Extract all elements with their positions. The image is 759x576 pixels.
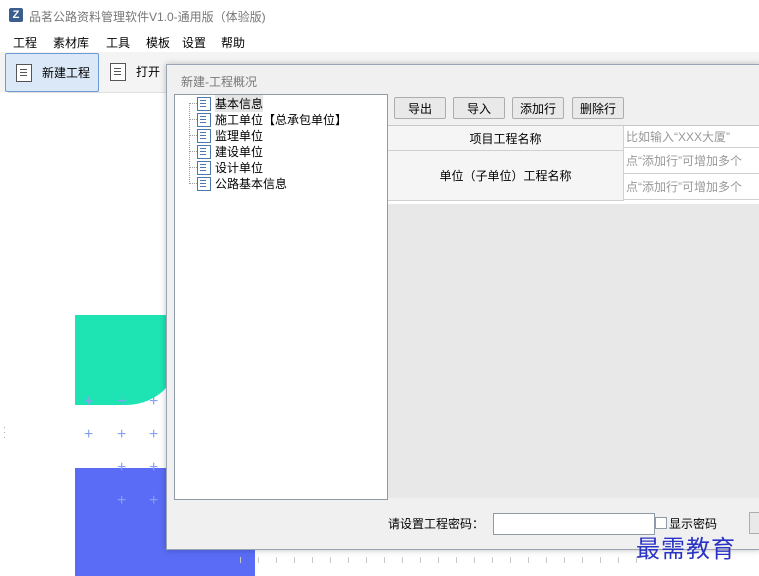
import-button[interactable]: 导入 — [453, 97, 505, 119]
ruler-ticks — [240, 557, 640, 563]
app-logo: Z — [9, 8, 23, 22]
export-button[interactable]: 导出 — [394, 97, 446, 119]
list-icon — [197, 128, 211, 143]
project-name-label: 项目工程名称 — [388, 126, 624, 151]
menu-material-library[interactable]: 素材库 — [53, 34, 89, 51]
drag-handle-icon[interactable]: · · · — [3, 423, 6, 442]
plus-decoration-icon: + — [149, 426, 159, 443]
detail-panel: 导出 导入 添加行 删除行 项目工程名称 比如输入“XXX大厦” 单位（子单位）… — [388, 94, 759, 498]
title-bar: Z 品茗公路资料管理软件V1.0-通用版（体验版) — [0, 0, 759, 30]
plus-decoration-icon: + — [149, 459, 159, 476]
menu-project[interactable]: 工程 — [13, 34, 37, 51]
tree-item-design-unit[interactable]: 设计单位 — [197, 160, 263, 175]
tree-connector — [189, 151, 197, 152]
password-input[interactable] — [493, 513, 655, 535]
tree-connector — [189, 103, 197, 104]
tree-connector — [189, 135, 197, 136]
plus-decoration-icon: + — [84, 393, 94, 410]
tree-connector — [189, 167, 197, 168]
unit-name-label: 单位（子单位）工程名称 — [388, 151, 624, 201]
plus-decoration-icon: + — [117, 492, 127, 509]
list-icon — [197, 176, 211, 191]
open-folder-icon — [110, 62, 126, 81]
project-name-field[interactable]: 比如输入“XXX大厦” — [624, 126, 759, 148]
add-row-button[interactable]: 添加行 — [512, 97, 564, 119]
menu-settings[interactable]: 设置 — [182, 34, 206, 51]
watermark-text: 最需教育 — [636, 535, 736, 563]
tree-item-label: 基本信息 — [215, 95, 264, 112]
plus-decoration-icon: + — [117, 459, 127, 476]
category-tree: 基本信息 施工单位【总承包单位】 监理单位 建设单位 设计单位 公路基本信息 — [174, 94, 388, 500]
tree-item-label: 设计单位 — [215, 161, 264, 175]
menu-templates[interactable]: 模板 — [146, 34, 170, 51]
tree-connector — [189, 103, 191, 184]
tree-item-construction-unit[interactable]: 施工单位【总承包单位】 — [197, 112, 347, 127]
tree-item-highway-info[interactable]: 公路基本信息 — [197, 176, 287, 191]
plus-decoration-icon: + — [149, 393, 159, 410]
tree-item-owner-unit[interactable]: 建设单位 — [197, 144, 263, 159]
menu-help[interactable]: 帮助 — [221, 34, 245, 51]
plus-decoration-icon: + — [84, 426, 94, 443]
delete-row-button[interactable]: 删除行 — [572, 97, 624, 119]
new-project-button[interactable]: 新建工程 — [5, 53, 99, 92]
decorative-shape-green — [75, 315, 175, 405]
menu-tools[interactable]: 工具 — [106, 34, 130, 51]
document-icon — [16, 63, 32, 82]
open-label: 打开 — [136, 65, 161, 79]
plus-decoration-icon: + — [117, 393, 127, 410]
list-icon — [197, 96, 211, 111]
tree-item-basic-info[interactable]: 基本信息 — [197, 95, 264, 112]
side-splitter[interactable]: · · · — [0, 92, 8, 576]
open-button[interactable]: 打开 — [100, 53, 166, 90]
show-password-checkbox[interactable] — [655, 517, 667, 529]
plus-decoration-icon: + — [117, 426, 127, 443]
tree-item-label: 监理单位 — [215, 129, 264, 143]
tree-connector — [189, 183, 197, 184]
tree-item-label: 公路基本信息 — [215, 177, 288, 191]
tree-item-supervision-unit[interactable]: 监理单位 — [197, 128, 263, 143]
list-icon — [197, 112, 211, 127]
confirm-button[interactable] — [749, 512, 759, 534]
unit-name-field[interactable]: 点“添加行”可增加多个 — [624, 148, 759, 174]
project-info-grid: 项目工程名称 比如输入“XXX大厦” 单位（子单位）工程名称 点“添加行”可增加… — [388, 125, 759, 204]
tree-connector — [189, 119, 197, 120]
unit-name-field[interactable]: 点“添加行”可增加多个 — [624, 174, 759, 200]
plus-decoration-icon: + — [149, 492, 159, 509]
new-project-label: 新建工程 — [42, 66, 91, 80]
list-icon — [197, 160, 211, 175]
tree-item-label: 建设单位 — [215, 145, 264, 159]
tree-item-label: 施工单位【总承包单位】 — [215, 113, 348, 127]
new-project-dialog: 新建-工程概况 基本信息 施工单位【总承包单位】 监理单位 建设单位 设计单位 — [166, 64, 759, 550]
password-label: 请设置工程密码： — [388, 517, 485, 531]
dialog-title: 新建-工程概况 — [181, 75, 257, 89]
menu-bar: 工程 素材库 工具 模板 设置 帮助 — [0, 30, 759, 52]
window-title: 品茗公路资料管理软件V1.0-通用版（体验版) — [29, 10, 266, 24]
grid-toolbar: 导出 导入 添加行 删除行 — [388, 94, 759, 125]
list-icon — [197, 144, 211, 159]
